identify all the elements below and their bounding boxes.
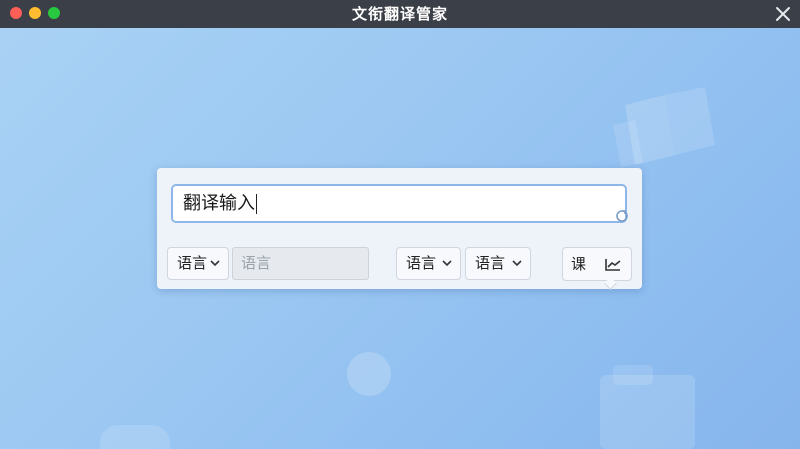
window-title: 文衔翻译管家 xyxy=(351,5,448,23)
book-illustration-icon xyxy=(613,87,715,167)
target-language-button-2[interactable]: 语言 xyxy=(465,247,531,280)
translate-input-value: 翻译输入 xyxy=(183,193,255,214)
chevron-down-icon xyxy=(210,260,220,267)
close-icon[interactable] xyxy=(774,5,792,23)
chevron-down-icon xyxy=(512,260,522,267)
source-language-field[interactable]: 语言 xyxy=(232,247,369,280)
target-language-label-2: 语言 xyxy=(475,254,506,272)
building-illustration-icon xyxy=(600,365,695,449)
target-language-label-1: 语言 xyxy=(406,254,437,272)
blob-decoration xyxy=(100,425,170,449)
target-language-button-1[interactable]: 语言 xyxy=(396,247,461,280)
translate-panel: 翻译输入 语言 语言 语言 语言 课 xyxy=(157,168,642,290)
action-tooltip-pointer xyxy=(604,277,617,290)
source-language-field-placeholder: 语言 xyxy=(241,254,272,272)
chart-icon xyxy=(605,259,621,271)
source-language-label: 语言 xyxy=(177,254,208,272)
source-language-button[interactable]: 语言 xyxy=(167,247,229,280)
translate-input[interactable]: 翻译输入 xyxy=(171,184,629,223)
title-bar: 文衔翻译管家 xyxy=(0,0,800,28)
chevron-down-icon xyxy=(442,260,452,267)
bubble-decoration xyxy=(347,352,391,396)
app-window: 文衔翻译管家 翻译输入 语言 语言 语言 语言 课 xyxy=(0,0,800,449)
refresh-icon[interactable] xyxy=(615,209,629,223)
translate-action-button[interactable]: 课 xyxy=(562,247,632,290)
text-caret xyxy=(256,194,257,214)
action-button-label: 课 xyxy=(571,255,587,273)
